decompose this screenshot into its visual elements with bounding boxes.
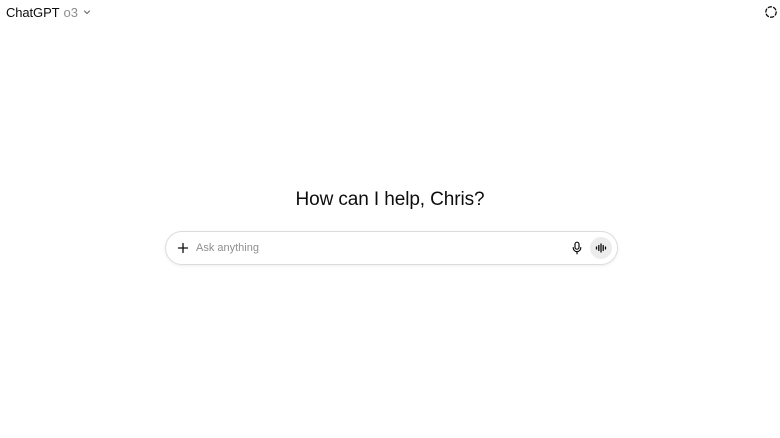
microphone-icon xyxy=(571,241,583,255)
prompt-composer xyxy=(165,231,618,265)
voice-waveform-icon xyxy=(595,243,607,253)
prompt-input[interactable] xyxy=(196,238,556,258)
attach-button[interactable] xyxy=(174,239,192,257)
temporary-chat-button[interactable] xyxy=(763,4,779,20)
app-name: ChatGPT xyxy=(6,4,60,20)
dictate-button[interactable] xyxy=(568,239,586,257)
plus-icon xyxy=(177,242,189,254)
greeting-heading: How can I help, Chris? xyxy=(295,189,485,210)
top-bar: ChatGPT o3 xyxy=(0,0,780,24)
model-selector[interactable]: ChatGPT o3 xyxy=(6,3,92,21)
dashed-circle-icon xyxy=(764,5,778,19)
voice-mode-button[interactable] xyxy=(590,237,612,259)
model-name: o3 xyxy=(63,4,78,20)
chevron-down-icon xyxy=(82,7,92,17)
chat-page: ChatGPT o3 How can I help, Chris? xyxy=(0,0,780,438)
